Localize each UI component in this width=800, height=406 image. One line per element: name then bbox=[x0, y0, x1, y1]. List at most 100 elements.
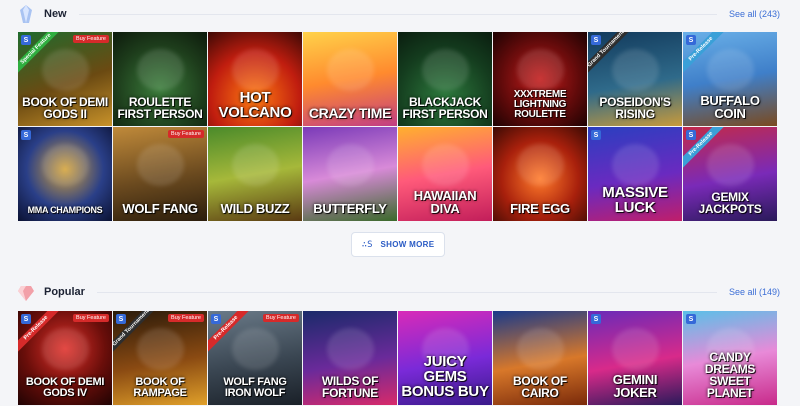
game-art bbox=[706, 48, 754, 92]
provider-badge: S bbox=[591, 314, 601, 324]
provider-badge: S bbox=[686, 130, 696, 140]
game-title: XXXtreme Lightning Roulette bbox=[513, 89, 567, 120]
game-tile-roulette-first-person[interactable]: Roulette First Person bbox=[113, 32, 207, 126]
game-title: Book of Demi Gods IV bbox=[25, 376, 105, 399]
game-art bbox=[516, 143, 564, 187]
new-section-title: New bbox=[44, 8, 67, 20]
new-games-grid: Special Feature S Buy Feature Book of Demi … bbox=[18, 32, 778, 221]
provider-badge: S bbox=[686, 35, 696, 45]
gem-icon bbox=[18, 283, 34, 301]
game-title: Blackjack First Person bbox=[402, 95, 488, 121]
game-art bbox=[326, 48, 374, 92]
show-more-label: SHOW MORE bbox=[380, 240, 435, 249]
game-tile-book-of-cairo[interactable]: Book of Cairo bbox=[493, 311, 587, 405]
popular-games-grid: Pre-Release S Buy Feature Book of Demi Gods… bbox=[18, 311, 778, 405]
game-tile-crazy-time[interactable]: Crazy Time bbox=[303, 32, 397, 126]
game-tile-wild-buzz[interactable]: Wild Buzz bbox=[208, 127, 302, 221]
provider-badge: S bbox=[21, 35, 31, 45]
game-art bbox=[136, 48, 184, 92]
game-tile-book-of-rampage[interactable]: Grand Tournament S Buy Feature Book of Ramp… bbox=[113, 311, 207, 405]
game-title: Gemix Jackpots bbox=[698, 190, 762, 216]
game-title: Poseidon's Rising bbox=[599, 95, 671, 121]
crystal-icon bbox=[18, 5, 34, 23]
game-title: Book of Rampage bbox=[133, 376, 187, 399]
game-title: Buffalo Coin bbox=[700, 93, 760, 121]
game-title: Wolf Fang Iron Wolf bbox=[223, 376, 287, 399]
game-art bbox=[136, 327, 184, 371]
game-tile-fire-egg[interactable]: Fire Egg bbox=[493, 127, 587, 221]
divider bbox=[96, 291, 717, 293]
see-all-new-link[interactable]: See all (243) bbox=[729, 9, 780, 19]
game-tile-gemini-joker[interactable]: S Gemini Joker bbox=[588, 311, 682, 405]
game-art bbox=[231, 143, 279, 187]
show-more-icon: ∴S bbox=[361, 239, 373, 250]
game-tile-blackjack-first-person[interactable]: Blackjack First Person bbox=[398, 32, 492, 126]
game-tile-xxxtreme-lightning-roulette[interactable]: XXXtreme Lightning Roulette bbox=[493, 32, 587, 126]
provider-badge: S bbox=[116, 314, 126, 324]
game-tile-wolf-fang[interactable]: Buy Feature Wolf Fang bbox=[113, 127, 207, 221]
game-title: Hot Volcano bbox=[218, 89, 292, 121]
game-art bbox=[516, 48, 564, 92]
game-tile-massive-luck[interactable]: S Massive Luck bbox=[588, 127, 682, 221]
game-tile-gemix-jackpots[interactable]: Pre-Release S Gemix Jackpots bbox=[683, 127, 777, 221]
provider-badge: S bbox=[21, 314, 31, 324]
game-art bbox=[136, 143, 184, 187]
divider bbox=[78, 13, 717, 15]
game-title: MMA Champions bbox=[27, 205, 103, 215]
game-art bbox=[611, 327, 659, 371]
buy-feature-badge: Buy Feature bbox=[73, 314, 109, 322]
game-title: Fire Egg bbox=[510, 201, 570, 216]
game-tile-candy-dreams-sweet-planet[interactable]: S Candy Dreams Sweet Planet bbox=[683, 311, 777, 405]
provider-badge: S bbox=[591, 35, 601, 45]
game-tile-wilds-of-fortune[interactable]: Wilds of Fortune bbox=[303, 311, 397, 405]
provider-badge: S bbox=[686, 314, 696, 324]
game-title: Wild Buzz bbox=[220, 201, 290, 216]
game-title: Book of Demi Gods II bbox=[22, 95, 108, 121]
game-title: Gemini Joker bbox=[612, 372, 658, 400]
provider-badge: S bbox=[591, 130, 601, 140]
game-art bbox=[421, 143, 469, 187]
game-title: Wolf Fang bbox=[122, 201, 198, 216]
game-tile-book-of-demi-gods-ii[interactable]: Special Feature S Buy Feature Book of Demi … bbox=[18, 32, 112, 126]
buy-feature-badge: Buy Feature bbox=[263, 314, 299, 322]
game-art bbox=[326, 143, 374, 187]
game-tile-wolf-fang-iron-wolf[interactable]: Pre-Release S Buy Feature Wolf Fang Iron Wo… bbox=[208, 311, 302, 405]
new-section-header: New See all (243) bbox=[18, 2, 780, 26]
game-art bbox=[611, 143, 659, 187]
game-tile-buffalo-coin[interactable]: Pre-Release S Buffalo Coin bbox=[683, 32, 777, 126]
game-title: Juicy Gems Bonus Buy bbox=[401, 353, 489, 400]
game-art bbox=[326, 327, 374, 371]
game-title: Roulette First Person bbox=[117, 95, 203, 121]
game-tile-hawaiian-diva[interactable]: Hawaiian Diva bbox=[398, 127, 492, 221]
buy-feature-badge: Buy Feature bbox=[168, 130, 204, 138]
game-title: Crazy Time bbox=[308, 105, 392, 121]
game-tile-poseidon-s-rising[interactable]: Grand Tournament S Poseidon's Rising bbox=[588, 32, 682, 126]
see-all-popular-link[interactable]: See all (149) bbox=[729, 287, 780, 297]
game-tile-mma-champions[interactable]: S MMA Champions bbox=[18, 127, 112, 221]
buy-feature-badge: Buy Feature bbox=[73, 35, 109, 43]
buy-feature-badge: Buy Feature bbox=[168, 314, 204, 322]
show-more-button[interactable]: ∴S SHOW MORE bbox=[351, 232, 445, 257]
popular-section-header: Popular See all (149) bbox=[18, 280, 780, 304]
game-art bbox=[421, 48, 469, 92]
game-art bbox=[611, 48, 659, 92]
game-title: Book of Cairo bbox=[513, 374, 567, 400]
game-art bbox=[516, 327, 564, 371]
provider-badge: S bbox=[21, 130, 31, 140]
game-title: Candy Dreams Sweet Planet bbox=[704, 350, 756, 400]
game-title: Wilds of Fortune bbox=[321, 374, 379, 400]
game-title: Hawaiian Diva bbox=[413, 188, 477, 216]
game-art bbox=[231, 327, 279, 371]
game-tile-butterfly[interactable]: Butterfly bbox=[303, 127, 397, 221]
game-art bbox=[231, 48, 279, 92]
game-art bbox=[706, 143, 754, 187]
game-art bbox=[41, 327, 89, 371]
game-tile-book-of-demi-gods-iv[interactable]: Pre-Release S Buy Feature Book of Demi Gods… bbox=[18, 311, 112, 405]
game-tile-juicy-gems-bonus-buy[interactable]: Juicy Gems Bonus Buy bbox=[398, 311, 492, 405]
provider-badge: S bbox=[211, 314, 221, 324]
popular-section-title: Popular bbox=[44, 286, 85, 298]
game-title: Massive Luck bbox=[602, 184, 668, 216]
game-title: Butterfly bbox=[313, 201, 387, 216]
game-art bbox=[41, 143, 89, 187]
game-tile-hot-volcano[interactable]: Hot Volcano bbox=[208, 32, 302, 126]
